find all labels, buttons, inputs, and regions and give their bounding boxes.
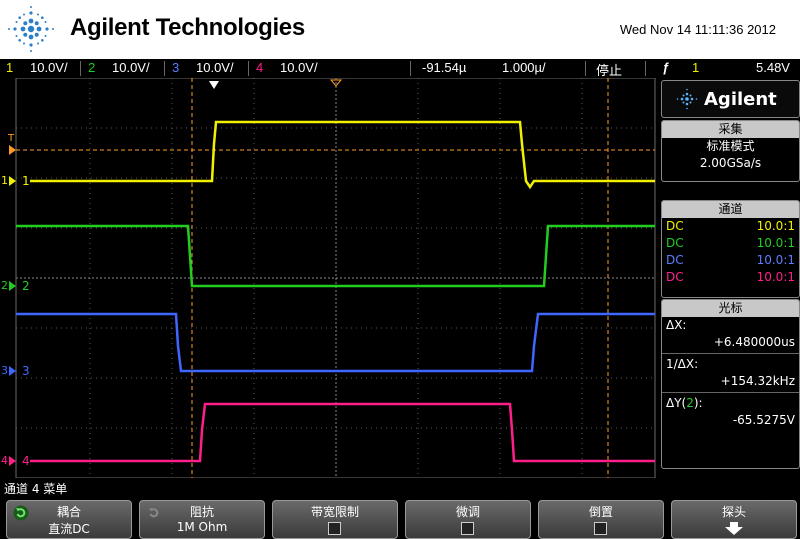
timebase-scale[interactable]: 1.000µ/	[502, 60, 546, 75]
fine-softkey-title: 微调	[455, 505, 480, 519]
softkey-bar: 耦合 直流DC 阻抗 1M Ohm 带宽限制 微调 倒置 探头	[0, 498, 800, 539]
delta-y-suffix: ):	[693, 396, 703, 410]
sample-rate: 2.00GSa/s	[699, 156, 762, 170]
ch2-trace-label: 2	[22, 279, 30, 293]
coupling-softkey[interactable]: 耦合 直流DC	[6, 500, 132, 539]
trigger-edge-icon: ƒ	[662, 60, 670, 75]
delta-y-label: ΔY(2):	[662, 395, 799, 412]
inverse-delta-x-value: +154.32kHz	[720, 374, 795, 388]
scope-status-bar: 1 10.0V/ 2 10.0V/ 3 10.0V/ 4 10.0V/ -91.…	[0, 59, 800, 78]
softkey-menu-title: 通道 4 菜单	[0, 480, 800, 498]
waveform-display[interactable]: T 1 1 2 2 3 3 4 4	[0, 78, 660, 478]
ch1-coupling: DC	[666, 219, 684, 233]
impedance-softkey[interactable]: 阻抗 1M Ohm	[139, 500, 265, 539]
acquisition-title: 采集	[662, 121, 799, 138]
fine-checkbox[interactable]	[461, 522, 474, 535]
cursors-panel[interactable]: 光标 ΔX: +6.480000us 1/ΔX: +154.32kHz ΔY(2…	[661, 299, 800, 469]
title-header: Agilent Technologies Wed Nov 14 11:11:36…	[0, 0, 800, 59]
ch4-scale[interactable]: 10.0V/	[280, 60, 318, 75]
delta-y-channel: 2	[686, 396, 694, 410]
delta-x-value: +6.480000us	[713, 335, 795, 349]
probe-softkey[interactable]: 探头	[671, 500, 797, 539]
agilent-side-brand: Agilent	[704, 89, 777, 110]
ch3-probe-ratio: 10.0:1	[756, 253, 795, 267]
channels-panel[interactable]: 通道 DC 10.0:1 DC 10.0:1 DC 10.0:1 DC 10.0…	[661, 200, 800, 298]
delta-y-prefix: ΔY(	[666, 396, 687, 410]
ch3-coupling: DC	[666, 253, 684, 267]
ch3-trace-label: 3	[22, 364, 30, 378]
cursors-title: 光标	[662, 300, 799, 317]
trigger-level[interactable]: 5.48V	[756, 60, 790, 75]
ch2-number[interactable]: 2	[88, 60, 95, 75]
ch3-scale[interactable]: 10.0V/	[196, 60, 234, 75]
brand-name: Agilent Technologies	[70, 14, 305, 41]
inverse-delta-x-label: 1/ΔX:	[666, 357, 699, 371]
ch4-trace-label: 4	[22, 454, 30, 468]
ch1-ground-label: 1	[1, 174, 8, 187]
bw-limit-checkbox[interactable]	[328, 522, 341, 535]
impedance-softkey-title: 阻抗	[189, 505, 214, 519]
channel-1-row: DC 10.0:1	[662, 218, 799, 235]
channel-3-row: DC 10.0:1	[662, 252, 799, 269]
fine-softkey[interactable]: 微调	[405, 500, 531, 539]
acquisition-mode: 标准模式	[706, 139, 755, 153]
invert-softkey[interactable]: 倒置	[538, 500, 664, 539]
ch1-trace-label: 1	[22, 174, 30, 188]
bw-limit-softkey[interactable]: 带宽限制	[272, 500, 398, 539]
channels-title: 通道	[662, 201, 799, 218]
coupling-softkey-value: 直流DC	[48, 522, 90, 536]
ch4-ground-label: 4	[1, 454, 8, 467]
acquisition-panel[interactable]: 采集 标准模式 2.00GSa/s	[661, 120, 800, 182]
ch4-coupling: DC	[666, 270, 684, 284]
ch2-coupling: DC	[666, 236, 684, 250]
ch4-number[interactable]: 4	[256, 60, 263, 75]
ch3-ground-label: 3	[1, 364, 8, 377]
ch1-number[interactable]: 1	[6, 60, 13, 75]
trigger-source[interactable]: 1	[692, 60, 699, 75]
invert-checkbox[interactable]	[594, 522, 607, 535]
agilent-spark-logo-icon	[8, 6, 54, 52]
ch3-number[interactable]: 3	[172, 60, 179, 75]
run-stop-state[interactable]: 停止	[596, 60, 622, 79]
ch2-ground-label: 2	[1, 279, 8, 292]
trigger-level-label: T	[7, 133, 15, 144]
channel-4-row: DC 10.0:1	[662, 269, 799, 286]
probe-softkey-title: 探头	[721, 505, 746, 519]
horizontal-delay[interactable]: -91.54µ	[422, 60, 466, 75]
ch4-probe-ratio: 10.0:1	[756, 270, 795, 284]
submenu-arrow-down-icon	[725, 522, 743, 535]
coupling-softkey-title: 耦合	[56, 505, 81, 519]
channel-2-row: DC 10.0:1	[662, 235, 799, 252]
bw-limit-softkey-title: 带宽限制	[310, 505, 359, 519]
agilent-logo-panel: Agilent	[661, 80, 800, 118]
date-time: Wed Nov 14 11:11:36 2012	[619, 22, 776, 37]
invert-softkey-title: 倒置	[588, 505, 613, 519]
delta-y-value: -65.5275V	[732, 413, 795, 427]
side-info-area: Agilent 采集 标准模式 2.00GSa/s 通道 DC 10.0:1 D…	[660, 78, 800, 478]
ch2-scale[interactable]: 10.0V/	[112, 60, 150, 75]
ch1-probe-ratio: 10.0:1	[756, 219, 795, 233]
impedance-softkey-value: 1M Ohm	[176, 520, 228, 534]
ch1-scale[interactable]: 10.0V/	[30, 60, 68, 75]
delta-x-label: ΔX:	[666, 318, 687, 332]
agilent-spark-small-icon	[676, 88, 698, 110]
ch2-probe-ratio: 10.0:1	[756, 236, 795, 250]
